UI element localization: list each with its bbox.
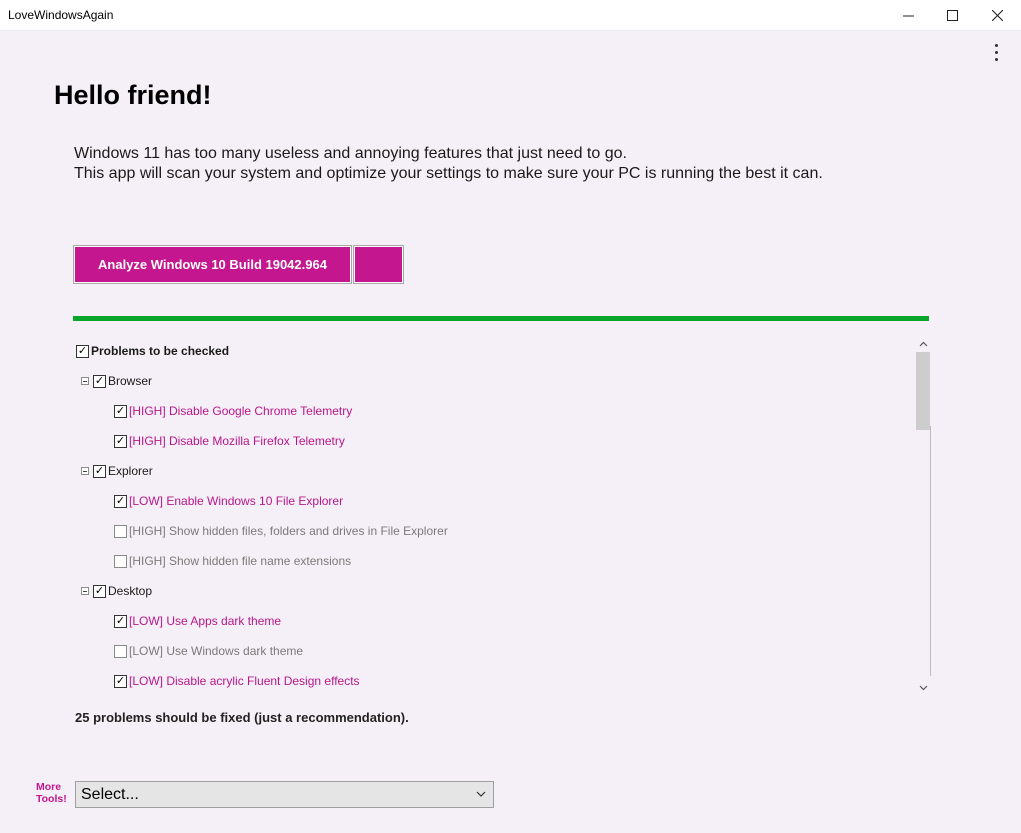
scrollbar-track — [930, 426, 931, 676]
collapse-icon[interactable] — [81, 467, 89, 475]
maximize-icon — [946, 10, 958, 21]
chevron-down-icon — [476, 791, 486, 797]
kebab-menu-icon[interactable] — [990, 44, 1004, 62]
minimize-button[interactable] — [885, 0, 931, 31]
tree-item[interactable]: ✓ [LOW] Enable Windows 10 File Explorer — [114, 493, 343, 509]
tree-root[interactable]: ✓ Problems to be checked — [76, 343, 229, 359]
tree-group-desktop[interactable]: ✓ Desktop — [81, 583, 152, 599]
chevron-down-icon[interactable] — [915, 680, 932, 696]
progress-fill — [73, 316, 929, 321]
tree-item-label: [HIGH] Show hidden files, folders and dr… — [129, 524, 448, 538]
tree-group-label: Desktop — [108, 584, 153, 598]
item-checkbox[interactable]: ✓ — [114, 674, 127, 688]
item-checkbox[interactable]: ✓ — [114, 614, 127, 628]
tree-item[interactable]: ✓ [LOW] Use Apps dark theme — [114, 613, 281, 629]
item-checkbox[interactable]: ✓ — [114, 434, 127, 448]
summary-text: 25 problems should be fixed (just a reco… — [75, 710, 409, 725]
group-checkbox-browser[interactable]: ✓ — [93, 374, 106, 388]
tree-scrollbar[interactable] — [915, 336, 932, 696]
more-tools-select[interactable]: Select... — [75, 781, 494, 808]
collapse-icon[interactable] — [81, 587, 89, 595]
tree-item-label: [LOW] Use Apps dark theme — [129, 614, 282, 628]
tree-group-explorer[interactable]: ✓ Explorer — [81, 463, 153, 479]
problems-tree: ✓ Problems to be checked ✓ Browser ✓ [HI… — [73, 336, 915, 696]
root-checkbox[interactable]: ✓ — [76, 344, 89, 358]
group-checkbox-desktop[interactable]: ✓ — [93, 584, 106, 598]
more-tools-line-1: More — [36, 781, 62, 793]
chevron-up-icon[interactable] — [915, 336, 932, 352]
progress-bar — [73, 316, 929, 321]
tree-item-label: [HIGH] Disable Mozilla Firefox Telemetry — [129, 434, 345, 448]
group-checkbox-explorer[interactable]: ✓ — [93, 464, 106, 478]
tree-root-label: Problems to be checked — [91, 344, 230, 358]
minimize-icon — [902, 15, 914, 17]
tree-group-browser[interactable]: ✓ Browser — [81, 373, 152, 389]
tree-item[interactable]: [HIGH] Show hidden file name extensions — [114, 553, 351, 569]
tree-item[interactable]: [HIGH] Show hidden files, folders and dr… — [114, 523, 448, 539]
item-checkbox[interactable]: ✓ — [114, 494, 127, 508]
tree-item[interactable]: ✓ [LOW] Disable acrylic Fluent Design ef… — [114, 673, 360, 689]
tree-group-label: Explorer — [108, 464, 153, 478]
more-tools-label: More Tools! — [36, 781, 67, 805]
scrollbar-thumb[interactable] — [916, 352, 930, 430]
intro-line-1: Windows 11 has too many useless and anno… — [74, 145, 627, 162]
item-checkbox[interactable] — [114, 644, 127, 658]
maximize-button[interactable] — [929, 0, 975, 31]
tree-item-label: [LOW] Use Windows dark theme — [129, 644, 304, 658]
tree-item[interactable]: ✓ [HIGH] Disable Google Chrome Telemetry — [114, 403, 352, 419]
intro-text: Windows 11 has too many useless and anno… — [74, 144, 823, 184]
tree-item-label: [HIGH] Show hidden file name extensions — [129, 554, 352, 568]
tree-item[interactable]: ✓ [HIGH] Disable Mozilla Firefox Telemet… — [114, 433, 345, 449]
page-title: Hello friend! — [54, 80, 212, 110]
close-icon — [991, 10, 1003, 21]
window-title: LoveWindowsAgain — [8, 8, 114, 22]
item-checkbox[interactable] — [114, 524, 127, 538]
tree-item-label: [HIGH] Disable Google Chrome Telemetry — [129, 404, 353, 418]
item-checkbox[interactable] — [114, 554, 127, 568]
analyze-button[interactable]: Analyze Windows 10 Build 19042.964 — [73, 245, 352, 284]
collapse-icon[interactable] — [81, 377, 89, 385]
tree-group-label: Browser — [108, 374, 153, 388]
tree-item[interactable]: [LOW] Use Windows dark theme — [114, 643, 303, 659]
select-value: Select... — [81, 785, 139, 803]
tree-item-label: [LOW] Enable Windows 10 File Explorer — [129, 494, 344, 508]
secondary-action-button[interactable] — [353, 245, 404, 284]
item-checkbox[interactable]: ✓ — [114, 404, 127, 418]
more-tools-line-2: Tools! — [36, 793, 67, 805]
close-button[interactable] — [974, 0, 1020, 31]
title-bar: LoveWindowsAgain — [0, 0, 1021, 31]
intro-line-2: This app will scan your system and optim… — [74, 165, 823, 182]
tree-item-label: [LOW] Disable acrylic Fluent Design effe… — [129, 674, 360, 688]
